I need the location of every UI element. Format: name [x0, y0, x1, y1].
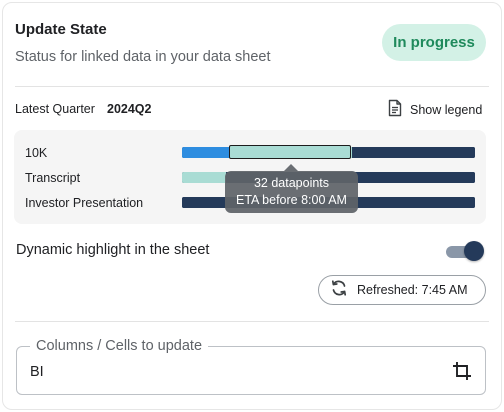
- tooltip-eta: ETA before 8:00 AM: [236, 193, 347, 207]
- tooltip-arrow: [284, 164, 298, 171]
- timeline-segment-updating[interactable]: [182, 172, 226, 183]
- refreshed-time-label: Refreshed: 7:45 AM: [357, 283, 468, 297]
- selected-segment[interactable]: [229, 145, 351, 159]
- status-badge: In progress: [382, 24, 486, 61]
- timeline-segment-complete[interactable]: [182, 147, 229, 158]
- document-icon: [387, 99, 403, 122]
- timeline-segment-pending[interactable]: [351, 147, 475, 158]
- row-label-investor-presentation: Investor Presentation: [25, 196, 144, 210]
- card-title: Update State: [15, 21, 107, 38]
- toggle-knob: [464, 241, 484, 261]
- columns-cells-input[interactable]: [30, 362, 410, 382]
- divider: [15, 321, 489, 322]
- dynamic-highlight-label: Dynamic highlight in the sheet: [16, 242, 210, 258]
- latest-quarter-label: Latest Quarter: [15, 102, 95, 116]
- crop-icon[interactable]: [451, 360, 473, 387]
- row-label-transcript: Transcript: [25, 171, 81, 185]
- refresh-button[interactable]: Refreshed: 7:45 AM: [318, 275, 486, 305]
- show-legend-label: Show legend: [410, 103, 483, 117]
- row-label-10k: 10K: [25, 146, 48, 160]
- segment-tooltip: 32 datapoints ETA before 8:00 AM: [225, 171, 358, 213]
- columns-cells-label: Columns / Cells to update: [30, 338, 209, 354]
- divider: [15, 86, 489, 87]
- dynamic-highlight-toggle[interactable]: [444, 241, 484, 263]
- show-legend-button[interactable]: Show legend: [387, 99, 482, 121]
- tooltip-datapoints: 32 datapoints: [253, 176, 330, 190]
- card-subtitle: Status for linked data in your data shee…: [15, 49, 271, 65]
- refresh-icon: [329, 279, 349, 302]
- latest-quarter-value: 2024Q2: [107, 102, 152, 116]
